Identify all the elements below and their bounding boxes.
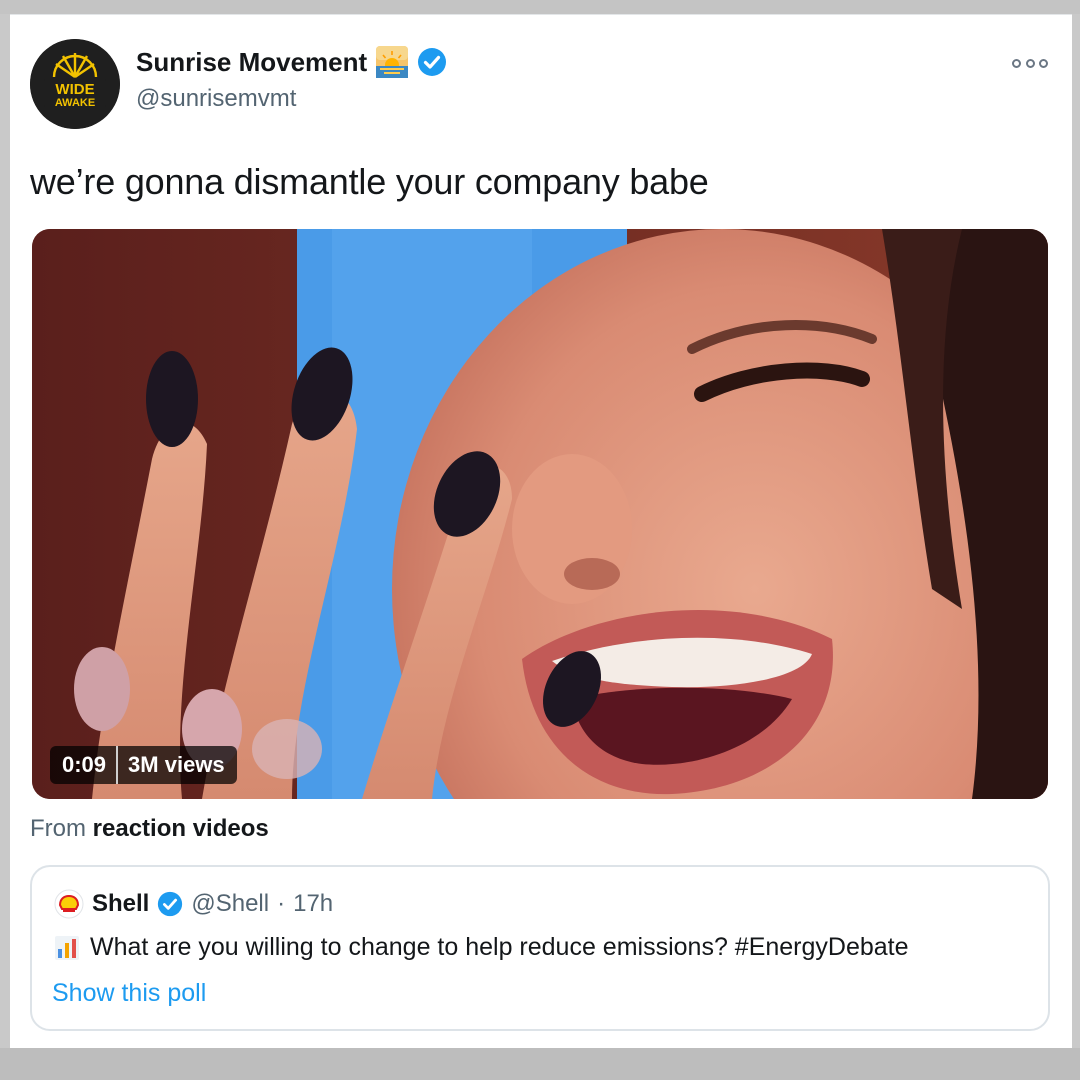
quoted-tweet-text: What are you willing to change to help r…: [90, 933, 909, 961]
quoted-author-name[interactable]: Shell: [92, 890, 149, 918]
media-source-prefix: From: [30, 815, 86, 842]
quoted-tweet-body: What are you willing to change to help r…: [54, 933, 909, 962]
quoted-timestamp[interactable]: 17h: [293, 890, 333, 918]
verified-badge-icon: [418, 48, 447, 76]
dot-icon: [1012, 58, 1021, 68]
media-source-link[interactable]: reaction videos: [93, 815, 269, 842]
dot-icon: [1039, 58, 1048, 68]
avatar-text-wide: WIDE: [55, 81, 94, 98]
quoted-tweet[interactable]: Shell @Shell · 17h What are you willing …: [30, 865, 1050, 1031]
dot-separator: ·: [277, 890, 286, 917]
video-thumbnail: [32, 229, 1048, 799]
video-duration: 0:09: [62, 752, 107, 777]
sunrise-emoji-icon: [376, 46, 409, 78]
media-source-line: From reaction videos: [30, 815, 269, 843]
author-name-row: Sunrise Movement: [136, 45, 447, 79]
verified-badge-icon: [158, 891, 183, 917]
video-meta-overlay: 0:09 3M views: [50, 746, 237, 784]
quoted-author-handle[interactable]: @Shell: [191, 890, 269, 918]
dot-icon: [1025, 58, 1035, 68]
video-player[interactable]: 0:09 3M views: [32, 229, 1048, 799]
tweet-card: WIDE AWAKE Sunrise Movement @sunrisemvmt: [10, 14, 1072, 1048]
avatar[interactable]: WIDE AWAKE: [30, 39, 120, 129]
video-views: 3M views: [128, 752, 225, 777]
avatar-text-awake: AWAKE: [55, 97, 95, 109]
quoted-tweet-header: Shell @Shell · 17h: [54, 889, 333, 919]
more-options-button[interactable]: [1012, 55, 1048, 71]
shell-logo-icon: [54, 889, 84, 919]
bar-chart-icon: [55, 935, 79, 960]
tweet-text: we’re gonna dismantle your company babe: [30, 161, 709, 202]
window-top-edge: [0, 0, 1080, 14]
author-display-name[interactable]: Sunrise Movement: [136, 47, 367, 78]
window-bottom-edge: [0, 1048, 1080, 1080]
author-handle[interactable]: @sunrisemvmt: [136, 85, 296, 113]
show-poll-link[interactable]: Show this poll: [52, 979, 206, 1008]
